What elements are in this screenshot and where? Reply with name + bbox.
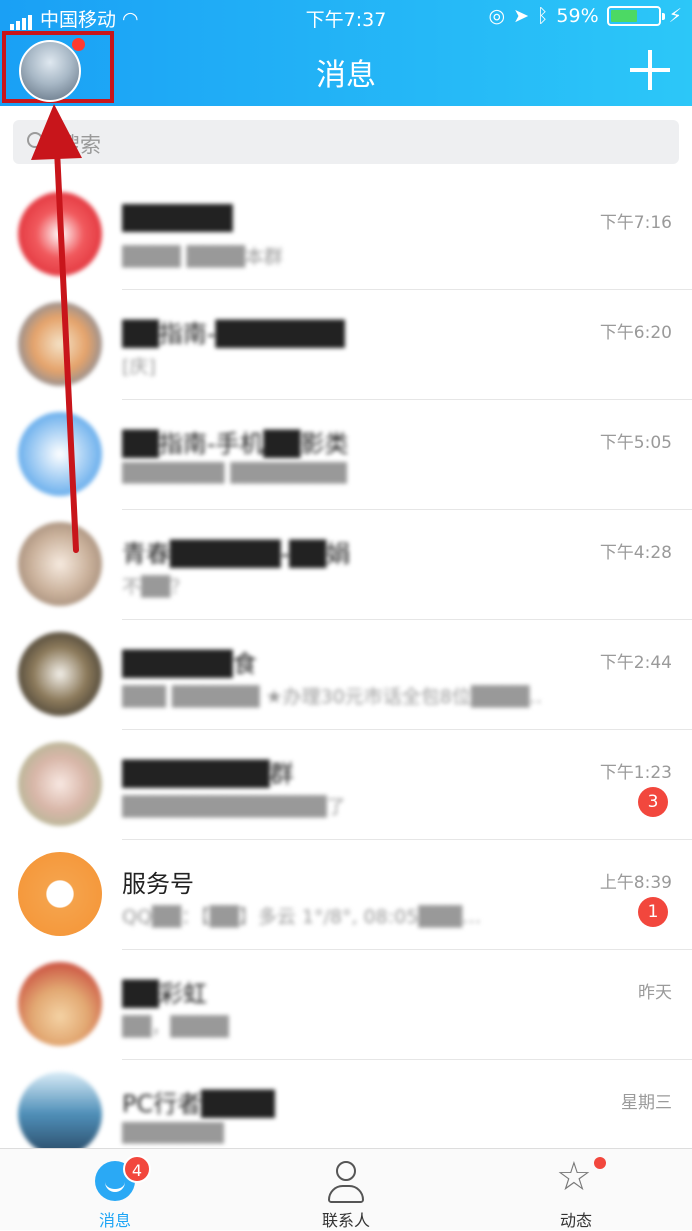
conversation-name: ██指南-███████: [122, 320, 345, 348]
conversation-time: 下午4:28: [599, 543, 672, 563]
conversation-name: ██彩虹: [122, 980, 207, 1008]
conversation-message: ██████████████了: [122, 796, 346, 818]
conversation-name: ████████群: [122, 760, 294, 788]
battery-icon: [606, 6, 665, 26]
conversation-row[interactable]: ██指南-███████ [庆] 下午6:20: [0, 290, 692, 400]
location-icon: ➤: [513, 5, 530, 27]
conversation-message: 不██？: [122, 576, 190, 598]
conversation-avatar: [18, 742, 102, 826]
messages-unread-badge: 4: [123, 1155, 151, 1183]
conversation-name: PC行者████: [122, 1090, 276, 1118]
conversation-avatar: [18, 522, 102, 606]
tab-messages-label: 消息: [98, 1211, 131, 1230]
bluetooth-icon: ᛒ: [537, 5, 549, 27]
conversation-message: QQ██：【██】多云 1°/8°, 08:05███…: [122, 906, 482, 928]
unread-badge: 3: [638, 787, 668, 817]
conversation-name: ██指南-手机██影类: [122, 430, 349, 458]
star-icon: ☆: [556, 1154, 592, 1200]
unread-badge: 1: [638, 897, 668, 927]
conversation-name: 服务号: [122, 870, 194, 898]
conversation-row[interactable]: 服务号 QQ██：【██】多云 1°/8°, 08:05███… 上午8:39 …: [0, 840, 692, 950]
conversation-row[interactable]: ██████食 ███ ██████ ★办理30元市话全包8位████… 下午2…: [0, 620, 692, 730]
conversation-avatar: [18, 1072, 102, 1156]
status-bar: 中国移动 ◠ 下午7:37 ◎ ➤ ᛒ 59% ⚡: [0, 0, 692, 34]
contacts-icon: [324, 1161, 368, 1205]
conversation-avatar: [18, 192, 102, 276]
tab-contacts-label: 联系人: [321, 1211, 370, 1230]
tab-bar: 4 消息 联系人 ☆ 动态: [0, 1148, 692, 1230]
battery-percent: 59%: [556, 5, 599, 27]
tab-feed[interactable]: ☆ 动态: [516, 1149, 636, 1231]
conversation-time: 下午5:05: [599, 433, 672, 453]
conversation-time: 星期三: [621, 1093, 672, 1113]
conversation-avatar: [18, 302, 102, 386]
conversation-row[interactable]: ██彩虹 ██，████ 昨天: [0, 950, 692, 1060]
conversation-time: 下午1:23: [599, 763, 672, 783]
conversation-row[interactable]: 青春██████-██娟 不██？ 下午4:28: [0, 510, 692, 620]
conversation-avatar: [18, 962, 102, 1046]
conversation-message: ████ ████本群: [122, 246, 283, 268]
conversation-list: ██████ ████ ████本群 下午7:16 ██指南-███████ […: [0, 180, 692, 1170]
service-account-avatar: [18, 852, 102, 936]
conversation-name: 青春██████-██娟: [122, 540, 351, 568]
conversation-message: ███████ ████████: [122, 462, 348, 484]
tab-contacts[interactable]: 联系人: [286, 1149, 406, 1231]
conversation-time: 上午8:39: [599, 873, 672, 893]
search-input[interactable]: 搜索: [13, 120, 679, 164]
conversation-row[interactable]: ██████ ████ ████本群 下午7:16: [0, 180, 692, 290]
conversation-avatar: [18, 412, 102, 496]
conversation-name: ██████食: [122, 650, 257, 678]
conversation-name: ██████: [122, 204, 233, 232]
plus-icon[interactable]: [630, 50, 670, 90]
conversation-message: [庆]: [122, 356, 156, 378]
search-placeholder: 搜索: [59, 133, 101, 157]
conversation-row[interactable]: ████████群 ██████████████了 下午1:23 3: [0, 730, 692, 840]
tab-messages[interactable]: 4 消息: [55, 1149, 175, 1231]
conversation-time: 下午7:16: [599, 213, 672, 233]
conversation-time: 下午2:44: [599, 653, 672, 673]
conversation-time: 昨天: [638, 983, 672, 1003]
feed-notification-dot: [594, 1157, 606, 1169]
conversation-message: ███████: [122, 1122, 225, 1144]
search-icon: [27, 132, 43, 148]
conversation-row[interactable]: ██指南-手机██影类 ███████ ████████ 下午5:05: [0, 400, 692, 510]
tab-feed-label: 动态: [559, 1211, 592, 1230]
conversation-time: 下午6:20: [599, 323, 672, 343]
conversation-message: ███ ██████ ★办理30元市话全包8位████…: [122, 686, 542, 708]
conversation-message: ██，████: [122, 1016, 229, 1038]
page-title: 消息: [316, 58, 376, 93]
header-bar: 中国移动 ◠ 下午7:37 ◎ ➤ ᛒ 59% ⚡ 消息: [0, 0, 692, 106]
lock-rotation-icon: ◎: [488, 5, 506, 27]
conversation-avatar: [18, 632, 102, 716]
charging-icon: ⚡: [668, 5, 682, 27]
